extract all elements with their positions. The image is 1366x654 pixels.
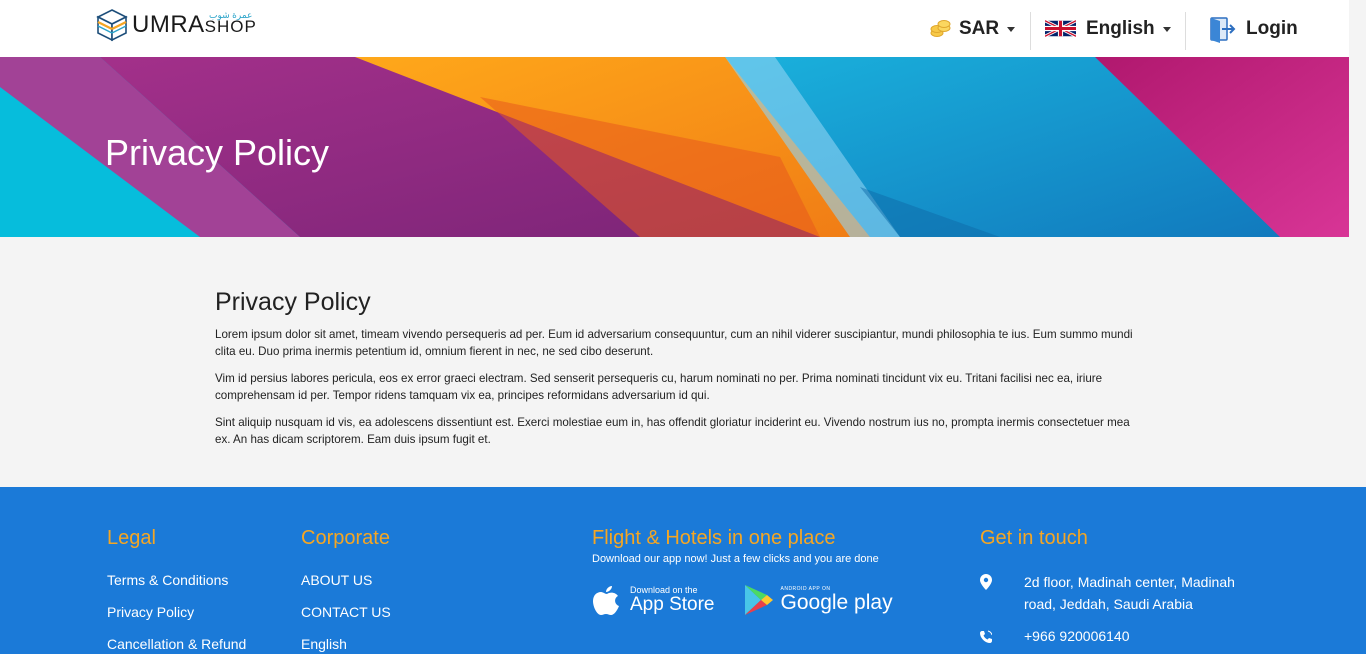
- footer-link-contact[interactable]: CONTACT US: [301, 603, 391, 635]
- logo-text-main: UMRA: [132, 11, 205, 38]
- logo-text-arabic: عمرة شوب: [209, 10, 253, 20]
- footer-link-privacy[interactable]: Privacy Policy: [107, 603, 246, 635]
- footer-corporate-column: Corporate ABOUT US CONTACT US English: [301, 527, 391, 654]
- footer-legal-column: Legal Terms & Conditions Privacy Policy …: [107, 527, 246, 654]
- currency-selector[interactable]: SAR: [930, 0, 1016, 57]
- uk-flag-icon: [1045, 20, 1076, 37]
- header-divider: [1030, 12, 1031, 50]
- footer-corporate-title: Corporate: [301, 527, 390, 549]
- policy-paragraph: Vim id persius labores pericula, eos ex …: [215, 372, 1103, 402]
- footer-legal-title: Legal: [107, 527, 156, 549]
- top-header: UMRASHOP عمرة شوب SAR English Login: [0, 0, 1349, 57]
- apple-icon: [593, 586, 619, 615]
- chevron-down-icon: [1162, 27, 1171, 32]
- footer-link-about[interactable]: ABOUT US: [301, 571, 391, 603]
- login-button[interactable]: Login: [1208, 0, 1298, 57]
- chevron-down-icon: [1007, 27, 1016, 32]
- footer-link-language[interactable]: English: [301, 635, 391, 654]
- contact-address-text: 2d floor, Madinah center, Madinah road, …: [1024, 574, 1235, 612]
- language-label: English: [1086, 17, 1155, 39]
- policy-heading: Privacy Policy: [215, 288, 371, 316]
- app-store-big-text: App Store: [630, 594, 715, 615]
- phone-icon: [980, 630, 993, 643]
- contact-phone-text: +966 920006140: [1024, 628, 1130, 644]
- language-selector[interactable]: English: [1045, 0, 1171, 57]
- currency-label: SAR: [959, 17, 1000, 39]
- policy-paragraph: Lorem ipsum dolor sit amet, timeam viven…: [215, 328, 1133, 358]
- footer-link-terms[interactable]: Terms & Conditions: [107, 571, 246, 603]
- footer-app-subtitle: Download our app now! Just a few clicks …: [592, 553, 879, 565]
- footer-app-title: Flight & Hotels in one place: [592, 527, 836, 549]
- login-door-icon: [1210, 16, 1236, 43]
- google-play-big-text: Google play: [780, 591, 893, 614]
- footer-app-column: Flight & Hotels in one place Download ou…: [592, 527, 921, 617]
- site-footer: Legal Terms & Conditions Privacy Policy …: [0, 487, 1366, 654]
- map-pin-icon: [980, 574, 992, 590]
- header-divider: [1185, 12, 1186, 50]
- coins-icon: [930, 20, 951, 37]
- google-play-icon: [744, 585, 773, 615]
- banner-title: Privacy Policy: [105, 132, 330, 173]
- footer-link-cancellation[interactable]: Cancellation & Refund: [107, 635, 246, 654]
- site-logo[interactable]: UMRASHOP عمرة شوب: [96, 8, 257, 42]
- contact-address: 2d floor, Madinah center, Madinah road, …: [980, 571, 1260, 615]
- google-play-button[interactable]: ANDROID APP ON Google play: [743, 583, 893, 617]
- hero-banner: Privacy Policy: [0, 57, 1349, 237]
- login-label: Login: [1246, 17, 1298, 39]
- footer-contact-column: Get in touch 2d floor, Madinah center, M…: [980, 527, 1260, 654]
- logo-box-icon: [96, 9, 128, 42]
- policy-paragraph: Sint aliquip nusquam id vis, ea adolesce…: [215, 416, 1130, 446]
- policy-content: Privacy Policy Lorem ipsum dolor sit ame…: [215, 288, 1135, 458]
- contact-phone[interactable]: +966 920006140: [980, 625, 1260, 650]
- app-store-button[interactable]: Download on the App Store: [592, 583, 715, 617]
- footer-contact-title: Get in touch: [980, 527, 1088, 549]
